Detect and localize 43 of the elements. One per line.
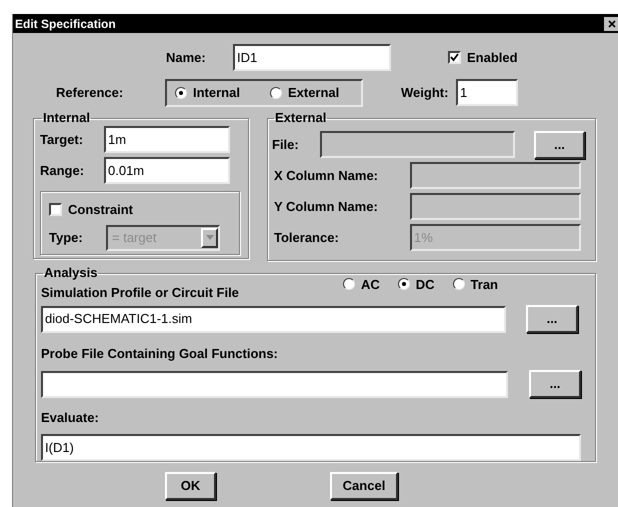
group-title: Internal — [42, 111, 91, 125]
radio-label: DC — [416, 276, 435, 294]
group-title: External — [274, 111, 328, 125]
field-label: Y Column Name: — [273, 198, 379, 216]
radio-button[interactable] — [452, 278, 465, 290]
field-label: Probe File Containing Goal Functions: — [41, 346, 278, 361]
field-label: X Column Name: — [273, 166, 380, 185]
field-label: Weight: — [401, 84, 450, 102]
radio-label: External — [288, 84, 340, 102]
radio-button[interactable] — [270, 86, 282, 98]
field-label: Target: — [40, 130, 84, 149]
name-field[interactable]: ID1 — [233, 44, 391, 71]
radio-button[interactable] — [398, 278, 410, 290]
close-icon[interactable] — [604, 16, 618, 30]
field-label: Simulation Profile or Circuit File — [41, 284, 239, 302]
radio-button[interactable] — [175, 86, 187, 98]
checkbox-label: Enabled — [467, 48, 518, 67]
radio-button[interactable] — [342, 278, 355, 290]
profile-field[interactable]: diod-SCHEMATIC1-1.sim — [41, 306, 506, 332]
probe-file-field[interactable] — [41, 370, 508, 398]
field-label: Tolerance: — [273, 228, 340, 247]
checkbox[interactable] — [49, 203, 62, 216]
field-label: Reference: — [56, 84, 124, 102]
field-label: File: — [272, 136, 300, 154]
radio-label: AC — [360, 276, 380, 294]
ok-button[interactable]: OK — [165, 472, 216, 500]
radio-label: Internal — [193, 84, 240, 102]
checkbox-label: Constraint — [68, 201, 133, 219]
field-label: Type: — [49, 228, 84, 247]
field-label: Range: — [40, 162, 86, 180]
cancel-button[interactable]: Cancel — [330, 472, 398, 500]
range-field[interactable]: 0.01m — [104, 157, 230, 184]
evaluate-field[interactable]: I(D1) — [41, 434, 581, 461]
field-label: Evaluate: — [41, 410, 99, 425]
field-label: Name: — [166, 48, 207, 67]
weight-field[interactable]: 1 — [456, 79, 518, 106]
browse-button[interactable]: ... — [526, 305, 578, 333]
group-title: Analysis — [43, 266, 98, 280]
radio-label: Tran — [470, 276, 498, 294]
window-title: Edit Specification — [15, 16, 116, 32]
checkbox[interactable] — [448, 51, 461, 64]
browse-button[interactable]: ... — [529, 370, 581, 398]
target-field[interactable]: 1m — [104, 126, 230, 153]
